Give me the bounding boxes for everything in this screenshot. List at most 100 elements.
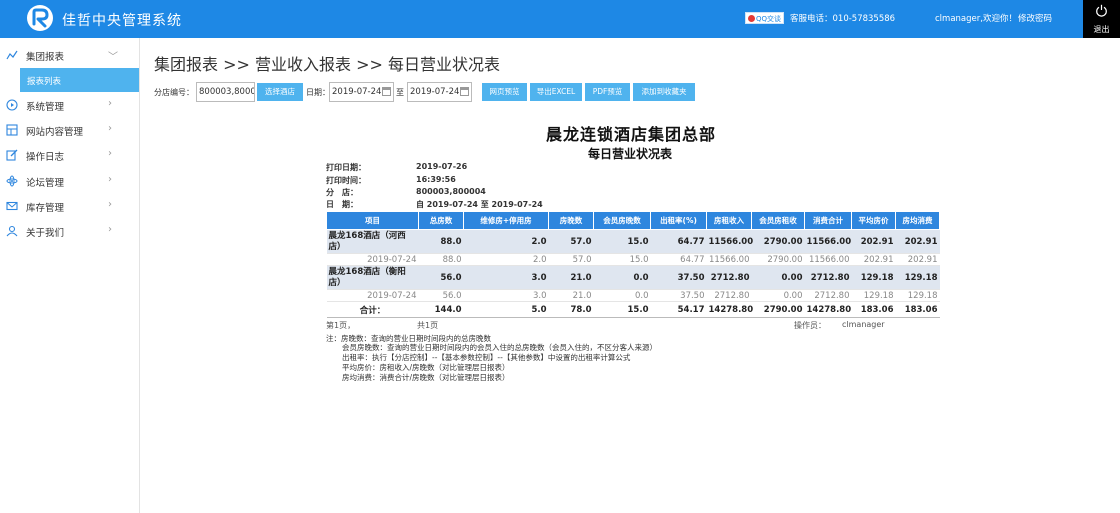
table-cell: 202.91 — [895, 253, 940, 266]
sidebar-item-forum[interactable]: 论坛管理 › — [0, 170, 140, 192]
report-company: 晨龙连锁酒店集团总部 — [546, 125, 717, 144]
store-code-input[interactable]: 800003,800004 — [196, 82, 255, 102]
table-cell: 57.0 — [548, 229, 594, 254]
sidebar-subitem-report-list[interactable]: 报表列表 — [20, 68, 139, 92]
qq-icon — [748, 15, 755, 22]
table-cell: 0.00 — [751, 265, 805, 290]
welcome-text: clmanager,欢迎你！ — [935, 14, 1017, 24]
chevron-right-icon: › — [108, 98, 112, 109]
table-cell: 37.50 — [650, 289, 707, 302]
table-cell: 14278.80 — [706, 301, 753, 318]
web-preview-button[interactable]: 网页预览 — [482, 83, 527, 101]
date-from-input[interactable]: 2019-07-24 — [329, 82, 394, 102]
table-cell: 183.06 — [851, 301, 896, 318]
sidebar: 集团报表 ﹀ 报表列表 系统管理 › 网站内容管理 › 操作日志 › 论坛管理 … — [0, 38, 140, 513]
atom-icon — [6, 175, 18, 187]
pdf-preview-button[interactable]: PDF预览 — [585, 83, 630, 101]
sidebar-item-label: 集团报表 — [26, 52, 65, 63]
chevron-right-icon: › — [108, 199, 112, 210]
table-cell: 129.18 — [895, 289, 940, 302]
sidebar-item-group-report[interactable]: 集团报表 ﹀ — [0, 44, 140, 66]
row-label-cell: 晨龙168酒店（衡阳店） — [326, 265, 419, 290]
column-header: 项目 — [326, 211, 419, 230]
table-cell: 129.18 — [895, 265, 940, 290]
export-excel-button[interactable]: 导出EXCEL — [530, 83, 582, 101]
operator-name: clmanager — [842, 320, 885, 329]
table-cell: 2712.80 — [804, 265, 852, 290]
date-to-input[interactable]: 2019-07-24 — [407, 82, 472, 102]
date-from-value: 2019-07-24 — [332, 87, 382, 97]
operator-label: 操作员： — [794, 321, 826, 330]
service-hotline: 客服电话：010-57835586 — [790, 14, 896, 24]
sidebar-item-about[interactable]: 关于我们 › — [0, 220, 140, 242]
row-label-cell: 晨龙168酒店（河西店） — [326, 229, 419, 254]
qq-chat-button[interactable]: QQ交谈 — [745, 12, 785, 24]
table-cell: 202.91 — [851, 253, 896, 266]
date-range-label: 日 期： — [326, 200, 358, 209]
table-cell: 2712.80 — [706, 265, 752, 290]
table-cell: 14278.80 — [804, 301, 852, 318]
column-header: 房晚数 — [548, 211, 594, 230]
mail-icon — [6, 201, 18, 211]
table-cell: 183.06 — [895, 301, 940, 318]
calendar-icon — [382, 87, 391, 96]
date-to-label: 至 — [396, 88, 404, 97]
sidebar-item-label: 关于我们 — [26, 228, 65, 239]
table-cell: 11566.00 — [804, 229, 852, 254]
column-header: 会员房租收 — [751, 211, 805, 230]
sidebar-item-website[interactable]: 网站内容管理 › — [0, 119, 140, 141]
chevron-right-icon: › — [108, 123, 112, 134]
table-cell: 88.0 — [418, 253, 464, 266]
store-row: 晨龙168酒店（衡阳店） 56.0 3.0 21.0 0.0 37.50 2712.80 0.… — [326, 265, 940, 290]
print-date-label: 打印日期： — [326, 163, 366, 172]
table-cell: 64.77 — [650, 229, 707, 254]
table-cell: 2.0 — [463, 229, 549, 254]
qq-chat-label: QQ交谈 — [756, 15, 782, 23]
play-circle-icon — [6, 99, 18, 111]
table-cell: 2.0 — [463, 253, 549, 266]
table-cell: 54.17 — [650, 301, 707, 318]
table-cell: 11566.00 — [706, 229, 753, 254]
date-to-value: 2019-07-24 — [410, 87, 460, 97]
sidebar-item-system[interactable]: 系统管理 › — [0, 94, 140, 116]
table-cell: 2790.00 — [751, 253, 805, 266]
day-row: 2019-07-24 56.0 3.0 21.0 0.0 37.50 2712.80 0.00… — [326, 289, 940, 302]
row-label-cell: 2019-07-24 — [326, 253, 419, 266]
power-icon — [1096, 4, 1107, 17]
table-cell: 88.0 — [418, 229, 464, 254]
report-table: 项目 总房数 维修房+停用房 房晚数 会员房晚数 出租率(%) 房租收入 会员房… — [326, 211, 940, 318]
table-cell: 0.0 — [593, 289, 651, 302]
select-hotel-button[interactable]: 选择酒店 — [257, 83, 303, 101]
breadcrumb: 集团报表 >> 营业收入报表 >> 每日营业状况表 — [154, 55, 500, 74]
chart-icon — [6, 50, 18, 60]
sidebar-item-oplog[interactable]: 操作日志 › — [0, 144, 140, 166]
row-label-cell: 2019-07-24 — [326, 289, 419, 302]
table-cell: 202.91 — [851, 229, 896, 254]
change-password-link[interactable]: 修改密码 — [1018, 12, 1052, 24]
table-cell: 0.0 — [593, 265, 651, 290]
sidebar-item-label: 操作日志 — [26, 152, 65, 163]
table-cell: 11566.00 — [706, 253, 752, 266]
total-row: 合计： 144.0 5.0 78.0 15.0 54.17 14278.80 2790.00 1… — [326, 301, 940, 318]
chevron-right-icon: › — [108, 174, 112, 185]
logo-icon — [32, 8, 49, 28]
logout-button[interactable]: 退出 — [1083, 0, 1120, 38]
calendar-icon — [460, 87, 469, 96]
table-cell: 129.18 — [851, 265, 896, 290]
user-icon — [6, 225, 18, 237]
column-header: 房租收入 — [706, 211, 752, 230]
store-row: 晨龙168酒店（河西店） 88.0 2.0 57.0 15.0 64.77 11566.00… — [326, 229, 940, 254]
page-total: 共1页 — [417, 321, 439, 330]
store-code-label: 分店编号： — [154, 88, 194, 97]
page-current: 第1页， — [326, 321, 356, 330]
table-cell: 2712.80 — [804, 289, 852, 302]
table-cell: 21.0 — [548, 289, 594, 302]
sidebar-item-inventory[interactable]: 库存管理 › — [0, 195, 140, 217]
table-cell: 2790.00 — [751, 229, 805, 254]
table-cell: 64.77 — [650, 253, 707, 266]
table-cell: 3.0 — [463, 265, 549, 290]
grid-icon — [6, 124, 18, 136]
add-favorite-button[interactable]: 添加到收藏夹 — [633, 83, 695, 101]
column-header: 平均房价 — [851, 211, 896, 230]
table-cell: 0.00 — [751, 289, 805, 302]
